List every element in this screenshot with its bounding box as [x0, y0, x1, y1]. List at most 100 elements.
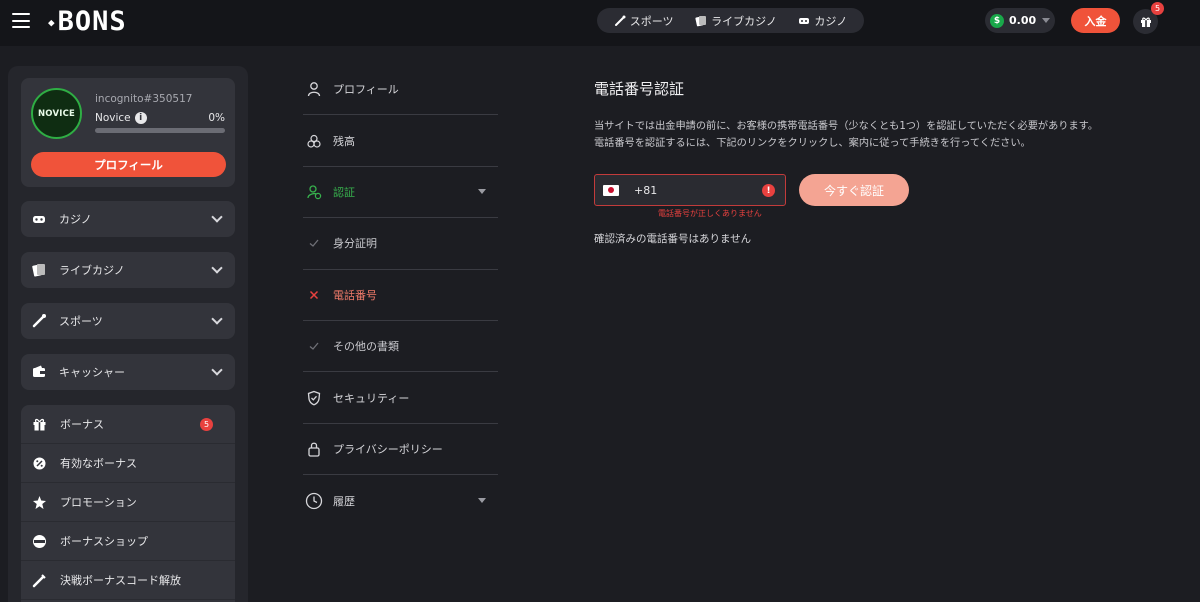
- live-casino-icon: [695, 15, 707, 26]
- sidebar-item-bonus-code[interactable]: 決戦ボーナスコード解放: [21, 561, 235, 600]
- phone-form: ! 電話番号が正しくありません 今すぐ認証: [594, 174, 1174, 218]
- menu-item-label: 認証: [333, 185, 355, 199]
- menu-item-other-documents[interactable]: その他の書類: [303, 321, 498, 373]
- no-verified-phones-text: 確認済みの電話番号はありません: [594, 233, 752, 245]
- chevron-down-icon: [211, 364, 223, 376]
- gift-count-badge: 5: [1151, 2, 1164, 15]
- shield-icon: [305, 389, 323, 407]
- gift-icon: [1140, 17, 1151, 27]
- avatar-rank-text: NOVICE: [37, 108, 76, 119]
- sidebar-section-label: ライブカジノ: [59, 264, 125, 277]
- menu-item-profile[interactable]: プロフィール: [303, 64, 498, 116]
- hamburger-menu-icon[interactable]: [12, 13, 30, 28]
- sports-icon: [32, 314, 46, 328]
- menu-item-label: 電話番号: [333, 288, 377, 302]
- sidebar-item-label: 決戦ボーナスコード解放: [60, 574, 181, 587]
- info-icon[interactable]: i: [134, 112, 147, 124]
- deposit-button[interactable]: 入金: [1071, 8, 1120, 33]
- sidebar-section-cashier[interactable]: キャッシャー: [21, 354, 235, 390]
- nav-live-casino[interactable]: ライブカジノ: [695, 13, 777, 29]
- page-title: 電話番号認証: [594, 80, 685, 98]
- chevron-down-icon: [211, 262, 223, 274]
- menu-item-balance[interactable]: 残高: [303, 115, 498, 167]
- wallet-icon: [33, 365, 45, 377]
- page-description: 当サイトでは出金申請の前に、お客様の携帯電話番号（少なくとも1つ）を認証していた…: [594, 118, 1174, 152]
- menu-item-label: セキュリティー: [333, 391, 410, 405]
- description-line-1: 当サイトでは出金申請の前に、お客様の携帯電話番号（少なくとも1つ）を認証していた…: [594, 121, 1099, 132]
- nav-sports[interactable]: スポーツ: [614, 13, 674, 29]
- menu-item-privacy-policy[interactable]: プライバシーポリシー: [303, 424, 498, 476]
- top-bar: ◆BONS スポーツ ライブカジノ カジノ $ 0.00 入金 5: [0, 0, 1200, 46]
- sidebar-item-label: ボーナス: [60, 418, 104, 431]
- sidebar-section-casino[interactable]: カジノ: [21, 201, 235, 237]
- verify-now-button[interactable]: 今すぐ認証: [799, 174, 909, 206]
- sidebar-section-sports[interactable]: スポーツ: [21, 303, 235, 339]
- sidebar-section-label: キャッシャー: [59, 366, 125, 379]
- menu-item-history[interactable]: 履歴: [303, 475, 498, 526]
- sports-icon: [614, 15, 626, 26]
- caret-down-icon: [478, 189, 486, 195]
- rank-progress-bar: [95, 128, 225, 133]
- phone-verification-panel: 電話番号認証 当サイトでは出金申請の前に、お客様の携帯電話番号（少なくとも1つ）…: [594, 78, 1174, 245]
- sidebar-item-bonus-shop[interactable]: ボーナスショップ: [21, 522, 235, 561]
- menu-item-label: 履歴: [333, 494, 355, 508]
- username: incognito#350517: [95, 93, 193, 105]
- rank-label: Novice i: [95, 112, 147, 124]
- sidebar-item-label: ボーナスショップ: [60, 535, 148, 548]
- menu-item-identity[interactable]: 身分証明: [303, 218, 498, 270]
- casino-icon: [799, 17, 810, 24]
- sidebar-item-promotion[interactable]: プロモーション: [21, 483, 235, 522]
- code-icon: [32, 573, 46, 587]
- nav-live-casino-label: ライブカジノ: [711, 14, 777, 28]
- menu-item-security[interactable]: セキュリティー: [303, 372, 498, 424]
- nav-casino-label: カジノ: [814, 14, 848, 28]
- sidebar-section-label: スポーツ: [59, 315, 103, 328]
- top-nav: スポーツ ライブカジノ カジノ: [597, 8, 864, 33]
- bonus-shop-icon: [33, 534, 46, 548]
- rank-progress-text: 0%: [208, 112, 225, 124]
- site-logo[interactable]: ◆BONS: [48, 6, 127, 39]
- menu-item-verification[interactable]: 認証: [303, 167, 498, 219]
- menu-item-label: 残高: [333, 134, 355, 148]
- nav-casino[interactable]: カジノ: [798, 13, 847, 29]
- sidebar: NOVICE incognito#350517 Novice i 0% プロフィ…: [8, 66, 248, 602]
- rank-name: Novice: [95, 112, 131, 124]
- lock-icon: [305, 440, 323, 458]
- sidebar-item-active-bonus[interactable]: 有効なボーナス: [21, 444, 235, 483]
- avatar[interactable]: NOVICE: [31, 88, 82, 139]
- description-line-2: 電話番号を認証するには、下記のリンクをクリックし、案内に従って手続きを行ってくだ…: [594, 138, 1031, 149]
- account-menu: プロフィール 残高 認証 身分証明 電話番号 その他の書類 セキュリティー プラ…: [303, 64, 498, 527]
- menu-item-label: その他の書類: [333, 340, 399, 354]
- user-icon: [305, 80, 323, 98]
- bonus-menu: ボーナス 5 有効なボーナス プロモーション ボーナスショップ 決戦ボーナスコー…: [21, 405, 235, 602]
- menu-item-label: プライバシーポリシー: [333, 442, 443, 456]
- balance-dropdown[interactable]: $ 0.00: [985, 8, 1055, 33]
- sidebar-item-bonus[interactable]: ボーナス 5: [21, 405, 235, 444]
- caret-down-icon: [478, 498, 486, 504]
- sidebar-section-label: カジノ: [59, 213, 92, 226]
- dollar-coin-icon: $: [990, 13, 1004, 28]
- menu-item-label: プロフィール: [333, 83, 399, 97]
- phone-input[interactable]: [634, 183, 744, 197]
- chevron-down-icon: [211, 313, 223, 325]
- menu-item-label: 身分証明: [333, 237, 377, 251]
- live-casino-icon: [32, 264, 45, 277]
- japan-flag-icon[interactable]: [603, 184, 619, 196]
- verification-icon: [305, 183, 323, 201]
- sidebar-item-label: プロモーション: [60, 496, 137, 509]
- sidebar-item-label: 有効なボーナス: [60, 457, 137, 470]
- sidebar-section-live-casino[interactable]: ライブカジノ: [21, 252, 235, 288]
- active-bonus-icon: [33, 457, 46, 469]
- phone-field[interactable]: !: [594, 174, 786, 206]
- cross-icon: [305, 286, 323, 304]
- profile-button[interactable]: プロフィール: [31, 152, 226, 177]
- casino-icon: [33, 216, 45, 223]
- history-icon: [305, 492, 323, 510]
- nav-sports-label: スポーツ: [629, 14, 674, 28]
- chevron-down-icon: [211, 211, 223, 223]
- menu-item-phone[interactable]: 電話番号: [303, 270, 498, 321]
- error-icon: !: [762, 184, 775, 197]
- balance-value: 0.00: [1009, 14, 1037, 27]
- profile-card: NOVICE incognito#350517 Novice i 0% プロフィ…: [21, 78, 235, 187]
- gift-icon: [33, 418, 46, 430]
